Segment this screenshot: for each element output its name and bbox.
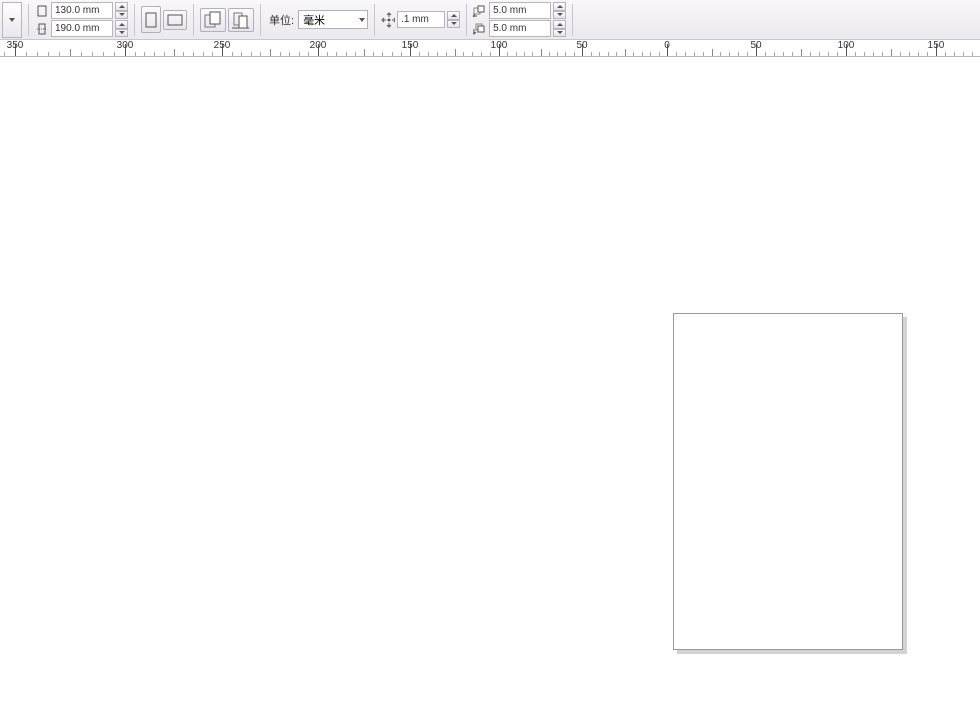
duplicate-x-icon xyxy=(473,4,487,18)
canvas-area[interactable] xyxy=(0,57,980,711)
page-width-input[interactable] xyxy=(51,2,113,19)
ruler-label: 350 xyxy=(7,40,24,51)
separator xyxy=(193,4,194,36)
ruler-label: 200 xyxy=(310,40,327,51)
units-value: 毫米 xyxy=(303,12,325,28)
page-width-spinner[interactable] xyxy=(115,2,128,19)
ruler-label: 50 xyxy=(750,40,761,51)
drawing-page[interactable] xyxy=(673,313,903,650)
apply-all-pages-button[interactable] xyxy=(200,8,226,32)
ruler-label: 150 xyxy=(402,40,419,51)
horizontal-ruler[interactable]: 350 300 250 200 150 100 50 0 50 100 150 xyxy=(0,40,980,57)
ruler-label: 100 xyxy=(838,40,855,51)
property-bar: 单位: 毫米 xyxy=(0,0,980,40)
separator xyxy=(134,4,135,36)
landscape-button[interactable] xyxy=(163,10,187,30)
ruler-label: 100 xyxy=(491,40,508,51)
ruler-label: 150 xyxy=(928,40,945,51)
separator xyxy=(572,4,573,36)
duplicate-y-spinner[interactable] xyxy=(553,20,566,37)
portrait-button[interactable] xyxy=(141,6,161,33)
separator xyxy=(374,4,375,36)
separator xyxy=(466,4,467,36)
units-label: 单位: xyxy=(267,12,296,28)
units-combo[interactable]: 毫米 xyxy=(298,10,368,29)
ruler-label: 50 xyxy=(576,40,587,51)
duplicate-distance-group xyxy=(473,2,566,38)
page-height-spinner[interactable] xyxy=(115,20,128,37)
nudge-input[interactable] xyxy=(397,11,445,28)
nudge-icon xyxy=(381,13,395,27)
ruler-label: 250 xyxy=(214,40,231,51)
ruler-label: 0 xyxy=(664,40,670,51)
apply-current-page-button[interactable] xyxy=(228,8,254,32)
separator xyxy=(260,4,261,36)
page-height-icon xyxy=(35,22,49,36)
duplicate-x-spinner[interactable] xyxy=(553,2,566,19)
separator xyxy=(28,4,29,36)
nudge-spinner[interactable] xyxy=(447,11,460,28)
page-dimensions-group xyxy=(35,2,128,38)
duplicate-x-input[interactable] xyxy=(489,2,551,19)
duplicate-y-input[interactable] xyxy=(489,20,551,37)
page-width-icon xyxy=(35,4,49,18)
duplicate-y-icon xyxy=(473,22,487,36)
paper-type-dropdown[interactable] xyxy=(2,2,22,38)
page-height-input[interactable] xyxy=(51,20,113,37)
ruler-label: 300 xyxy=(117,40,134,51)
